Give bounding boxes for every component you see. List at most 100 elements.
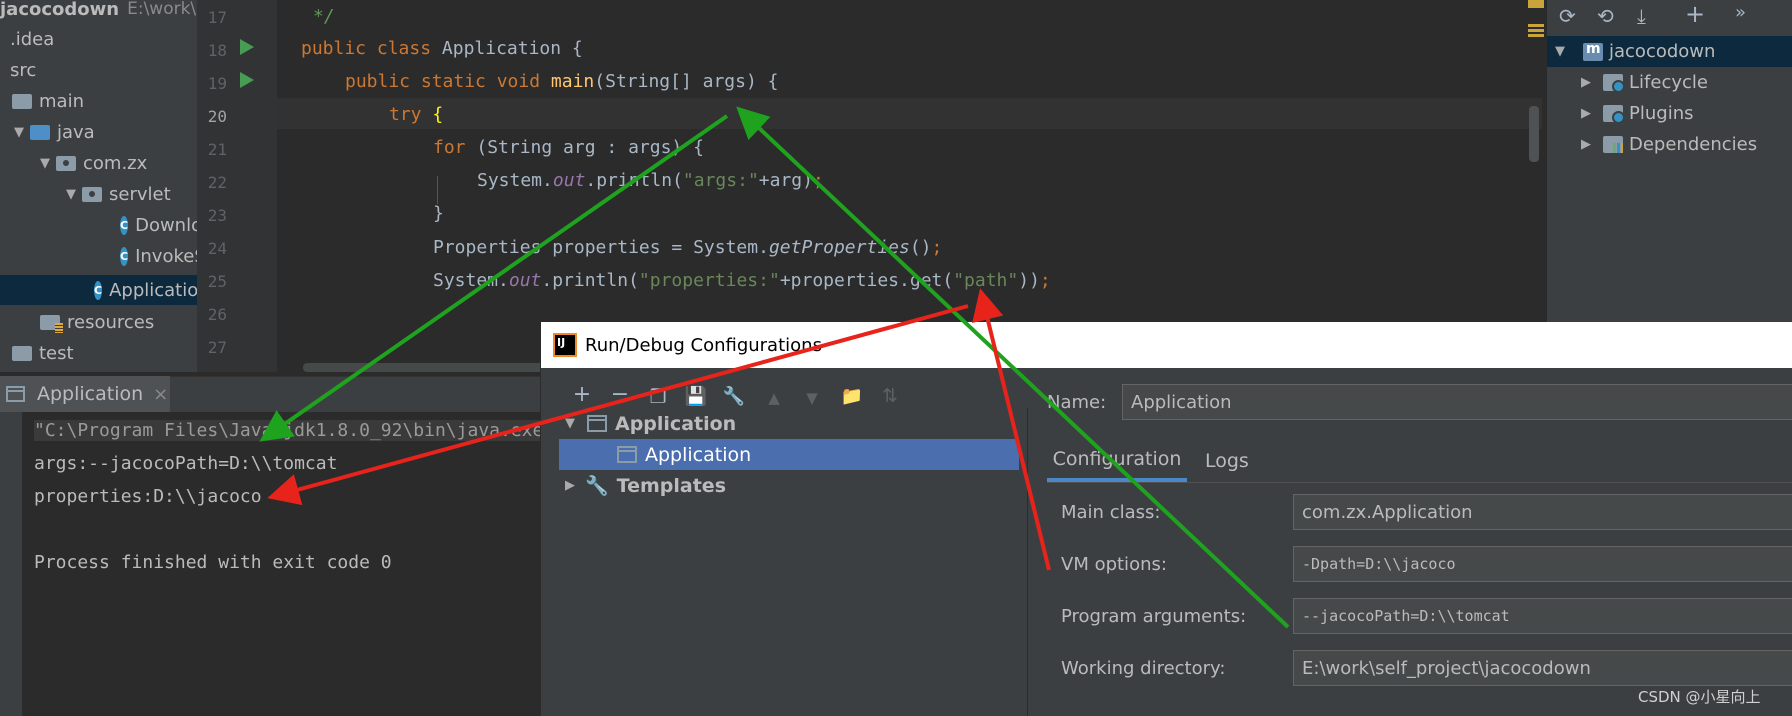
collapsed-arrow-icon[interactable]: ▶ [563,478,577,493]
tab-logs[interactable]: Logs [1205,440,1285,482]
tree-item-label: java [57,121,95,143]
run-main-icon[interactable] [240,72,254,88]
console-command-line: "C:\Program Files\Java\jdk1.8.0_92\bin\j… [34,420,540,441]
maven-item-label: Plugins [1629,103,1694,124]
application-config-icon [587,415,607,432]
maven-item-lifecycle[interactable]: ▶ Lifecycle [1547,67,1792,98]
tree-item-invoke-servlet[interactable]: C InvokeServlet [0,241,197,271]
tree-item-root[interactable]: jacocodown E:\work\self_project\jacocodo… [0,0,197,24]
tab-configuration[interactable]: Configuration [1047,440,1187,482]
tree-item-label: Application [109,279,197,301]
tree-item-java[interactable]: ▼ java [0,117,197,147]
tree-item-main[interactable]: main [0,86,197,116]
code-line-24: Properties properties = System.getProper… [433,237,943,258]
refresh-icon[interactable]: ⟳ [1559,4,1576,28]
class-icon: C [120,215,129,235]
save-config-icon[interactable]: 💾 [683,386,709,407]
tree-item-label: DownloadServlet [135,214,197,236]
current-line-highlight [277,98,1542,129]
main-class-field[interactable]: com.zx.Application [1293,494,1792,530]
package-icon [82,186,102,202]
add-config-icon[interactable]: + [569,382,595,407]
collapsed-arrow-icon[interactable]: ▶ [1579,137,1593,152]
runnable-class-icon: C [94,280,103,300]
tree-item-servlet[interactable]: ▼ servlet [0,179,197,209]
collapsed-arrow-icon[interactable]: ▶ [1579,106,1593,121]
expand-arrow-icon[interactable]: ▼ [38,156,52,171]
add-icon[interactable]: + [1685,0,1705,28]
tree-item-label: com.zx [83,152,148,174]
tree-item-resources[interactable]: resources [0,307,197,337]
code-line-23: } [433,203,444,224]
copy-config-icon[interactable]: ❐ [645,386,671,408]
dialog-title-bar[interactable]: Run/Debug Configurations [541,322,1792,368]
splitter[interactable] [1027,408,1028,716]
maven-item-dependencies[interactable]: ▶ Dependencies [1547,129,1792,160]
working-directory-field[interactable]: E:\work\self_project\jacocodown [1293,650,1792,686]
code-line-22: System.out.println("args:"+arg); [477,170,824,191]
code-line-25: System.out.println("properties:"+propert… [433,270,1051,291]
dependencies-icon [1603,136,1623,153]
download-icon[interactable]: ⤓ [1637,4,1646,28]
run-class-icon[interactable] [240,39,254,55]
expand-arrow-icon[interactable]: ▼ [1553,44,1567,59]
maven-item-project[interactable]: ▼ jacocodown [1547,36,1792,67]
maven-panel: ⟳ ⟲ ⤓ + » ▼ jacocodown ▶ Lifecycle ▶ Plu… [1546,0,1792,325]
new-folder-icon[interactable]: 📁 [839,386,865,407]
config-group-label: Templates [616,474,727,497]
remove-config-icon[interactable]: − [607,382,633,407]
vm-options-field[interactable]: -Dpath=D:\\jacoco [1293,546,1792,582]
editor-gutter: 17 18 19 20 21 22 23 24 25 26 27 [197,0,294,372]
watermark: CSDN @小星向上 [1638,688,1761,706]
run-tab-label: Application [37,383,144,405]
dialog-title: Run/Debug Configurations [585,334,822,356]
move-down-icon[interactable]: ▼ [799,389,825,407]
name-field[interactable]: Application [1122,384,1792,420]
move-up-icon[interactable]: ▲ [761,389,787,407]
tree-item-test[interactable]: test [0,338,197,368]
config-item-label: Application [645,443,752,466]
close-icon[interactable]: × [153,384,168,405]
line-number: 22 [207,173,227,192]
tree-item-application[interactable]: C Application [0,275,197,305]
vm-options-label: VM options: [1061,554,1167,575]
program-arguments-field[interactable]: --jacocoPath=D:\\tomcat [1293,598,1792,634]
working-directory-label: Working directory: [1061,658,1226,679]
main-class-label: Main class: [1061,502,1161,523]
run-debug-configurations-dialog: Run/Debug Configurations + − ❐ 💾 🔧 ▲ ▼ 📁… [540,322,1792,716]
more-icon[interactable]: » [1735,2,1746,23]
warning-stripes-marker[interactable] [1528,24,1544,38]
expand-arrow-icon[interactable]: ▼ [563,416,577,431]
config-group-templates[interactable]: ▶ 🔧 Templates [559,470,1019,501]
expand-arrow-icon[interactable]: ▼ [12,125,26,140]
run-tab-application[interactable]: Application × [0,376,170,412]
editor-horizontal-scrollbar[interactable] [303,363,543,372]
edit-defaults-icon[interactable]: 🔧 [721,386,747,407]
collapsed-arrow-icon[interactable]: ▶ [1579,75,1593,90]
reimport-icon[interactable]: ⟲ [1597,4,1614,28]
resources-folder-icon [40,314,63,333]
maven-item-label: jacocodown [1609,41,1716,62]
package-icon [56,155,76,171]
config-group-application[interactable]: ▼ Application [559,408,1019,439]
code-line-19: public static void main(String[] args) { [345,71,779,92]
code-editor[interactable]: */ public class Application { public sta… [277,0,1542,372]
console-output[interactable]: "C:\Program Files\Java\jdk1.8.0_92\bin\j… [22,412,540,716]
expand-arrow-icon[interactable]: ▼ [64,187,78,202]
tree-item-download-servlet[interactable]: C DownloadServlet [0,210,197,240]
line-number: 23 [207,206,227,225]
tree-item-label: .idea [10,28,55,50]
tree-item-com-zx[interactable]: ▼ com.zx [0,148,197,178]
sort-icon[interactable]: ⇅ [877,385,903,407]
warning-marker[interactable] [1528,0,1544,8]
tree-item-src[interactable]: src [0,55,197,85]
indent-guide [437,176,438,204]
application-config-icon [6,386,25,402]
editor-scrollbar-thumb[interactable] [1529,106,1539,162]
tree-item-idea[interactable]: .idea [0,24,197,54]
plugins-icon [1603,105,1625,124]
tree-root-path: E:\work\self_project\jacocodown [127,0,197,19]
config-item-application[interactable]: Application [559,439,1019,470]
maven-item-plugins[interactable]: ▶ Plugins [1547,98,1792,129]
tree-item-label: main [39,90,84,112]
